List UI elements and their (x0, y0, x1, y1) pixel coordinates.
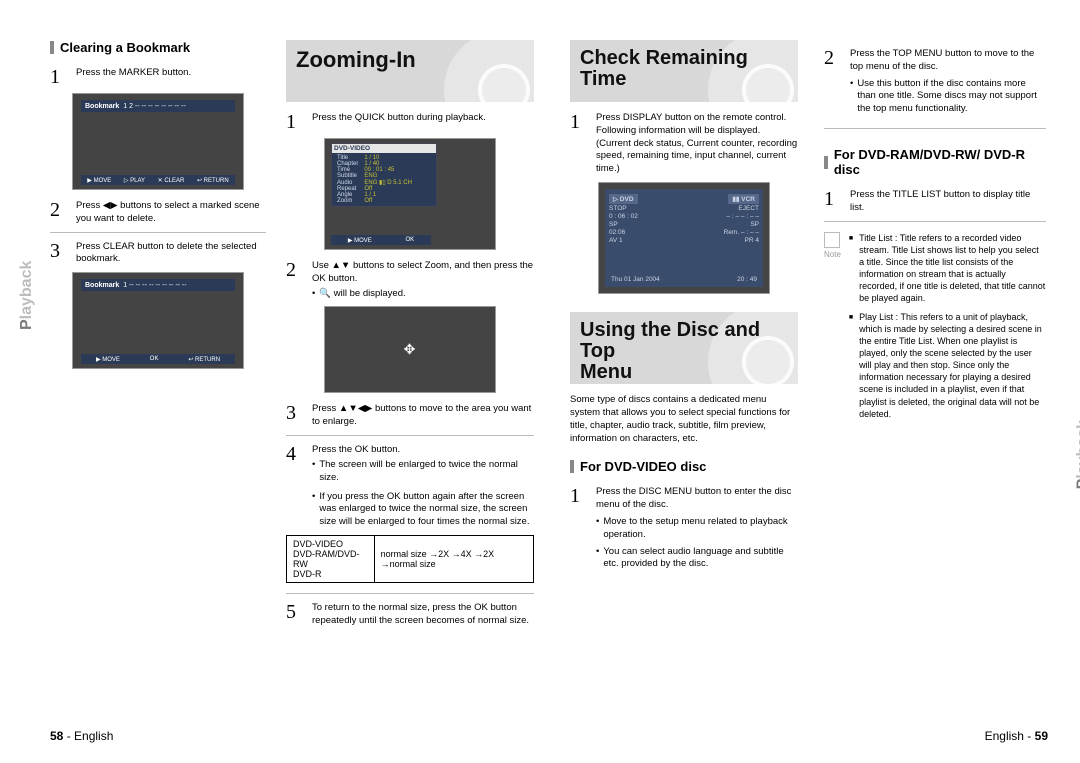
step-2: 2 Press ◀▶ buttons to select a marked sc… (50, 200, 266, 226)
time-step-1: 1 Press DISPLAY button on the remote con… (570, 112, 798, 176)
zoom-step-4: 4 Press the OK button. The screen will b… (286, 444, 534, 529)
topmenu-step-2: 2 Press the TOP MENU button to move to t… (824, 48, 1046, 116)
page-footer-left: 58 - English (50, 729, 113, 743)
dvdvideo-step-1: 1 Press the DISC MENU button to enter th… (570, 486, 798, 571)
screenshot-bookmark-1: Bookmark1 2 -- -- -- -- -- -- -- -- ▶ MO… (72, 93, 244, 190)
column-clearing-bookmark: Clearing a Bookmark 1 Press the MARKER b… (50, 40, 266, 708)
screenshot-remaining-time: ▷ DVD▮▮ VCR STOPEJECT 0 : 06 : 02– : – –… (598, 182, 770, 294)
banner-zooming-in: Zooming-In (286, 40, 534, 102)
zoom-step-3: 3 Press ▲▼◀▶ buttons to move to the area… (286, 403, 534, 429)
page-spread: Playback Playback Clearing a Bookmark 1 … (0, 0, 1080, 763)
heading-for-dvd-ram: For DVD-RAM/DVD-RW/ DVD-R disc (824, 147, 1046, 177)
column-zooming-in: Zooming-In 1 Press the QUICK button duri… (286, 40, 534, 708)
zoom-table: DVD-VIDEO DVD-RAM/DVD-RW DVD-R normal si… (286, 535, 534, 583)
heading-clearing-bookmark: Clearing a Bookmark (50, 40, 266, 55)
screenshot-bookmark-2: Bookmark1 -- -- -- -- -- -- -- -- -- ▶ M… (72, 272, 244, 369)
column-check-time: Check Remaining Time 1 Press DISPLAY but… (570, 40, 798, 708)
column-top-menu-notes: 2 Press the TOP MENU button to move to t… (824, 40, 1046, 708)
screenshot-zoom-cursor: ✥ (324, 306, 496, 393)
step-1: 1 Press the MARKER button. (50, 67, 266, 87)
zoom-step-5: 5 To return to the normal size, press th… (286, 602, 534, 628)
banner-check-remaining-time: Check Remaining Time (570, 40, 798, 102)
note-title-list: Title List : Title refers to a recorded … (849, 232, 1046, 305)
note-block: Note Title List : Title refers to a reco… (824, 232, 1046, 426)
heading-for-dvd-video: For DVD-VIDEO disc (570, 459, 798, 474)
disc-menu-intro: Some type of discs contains a dedicated … (570, 394, 798, 445)
zoom-step-2: 2 Use ▲▼ buttons to select Zoom, and the… (286, 260, 534, 300)
banner-disc-top-menu: Using the Disc and TopMenu (570, 312, 798, 384)
page-footer-right: English - 59 (985, 729, 1048, 743)
zoom-step-1: 1 Press the QUICK button during playback… (286, 112, 534, 132)
ram-step-1: 1 Press the TITLE LIST button to display… (824, 189, 1046, 215)
section-tab-right: Playback (1074, 420, 1080, 489)
step-3: 3 Press CLEAR button to delete the selec… (50, 241, 266, 267)
section-tab-left: Playback (18, 261, 36, 330)
screenshot-osd: DVD-VIDEO Title1 / 10 Chapter1 / 40 Time… (324, 138, 496, 250)
note-icon: Note (824, 232, 841, 426)
note-play-list: Play List : This refers to a unit of pla… (849, 311, 1046, 420)
